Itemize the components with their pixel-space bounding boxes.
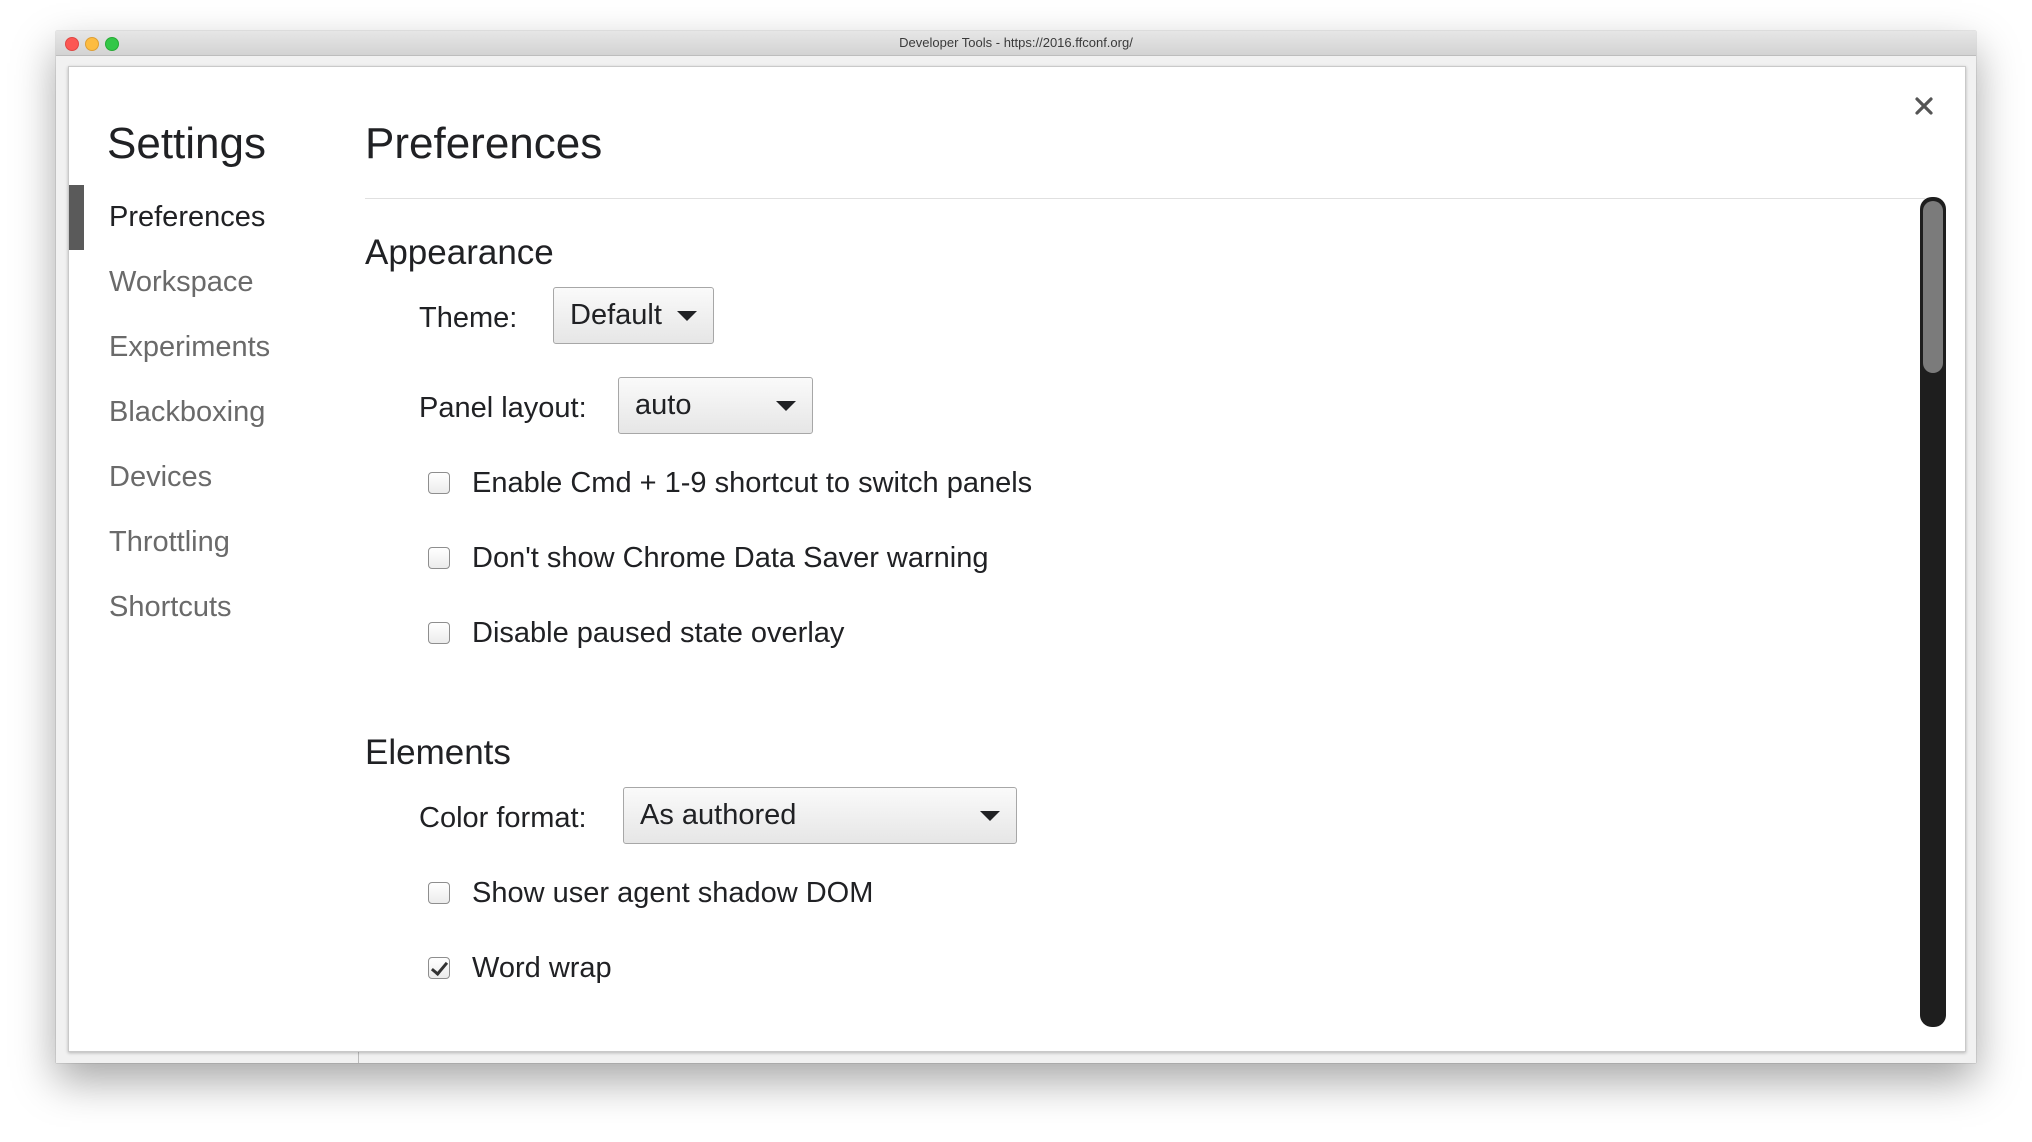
- checkbox-label: Disable paused state overlay: [472, 616, 845, 649]
- checkbox-row-shadow-dom[interactable]: Show user agent shadow DOM: [428, 876, 873, 910]
- section-title-appearance: Appearance: [365, 233, 554, 272]
- checkbox-label: Don't show Chrome Data Saver warning: [472, 541, 989, 574]
- settings-dialog: Settings Preferences Workspace Experimen…: [68, 66, 1966, 1052]
- sidebar-item-label: Shortcuts: [109, 591, 232, 623]
- color-format-label: Color format:: [419, 802, 587, 834]
- title-bar: Developer Tools - https://2016.ffconf.or…: [56, 31, 1976, 56]
- settings-scrollbar[interactable]: [1920, 197, 1946, 1027]
- devtools-window: Developer Tools - https://2016.ffconf.or…: [56, 31, 1976, 1063]
- window-title: Developer Tools - https://2016.ffconf.or…: [899, 35, 1133, 50]
- sidebar-item-throttling[interactable]: Throttling: [69, 510, 369, 575]
- checkbox-label: Word wrap: [472, 951, 612, 984]
- sidebar-item-label: Preferences: [109, 201, 266, 233]
- dropdown-arrow-icon: [677, 311, 697, 321]
- paused-overlay-checkbox[interactable]: [428, 622, 450, 644]
- settings-close-button[interactable]: [1907, 89, 1941, 123]
- dropdown-arrow-icon: [776, 401, 796, 411]
- sidebar-item-experiments[interactable]: Experiments: [69, 315, 369, 380]
- checkbox-row-data-saver[interactable]: Don't show Chrome Data Saver warning: [428, 541, 989, 575]
- sidebar-item-devices[interactable]: Devices: [69, 445, 369, 510]
- color-format-select-value: As authored: [640, 799, 797, 831]
- sidebar-item-workspace[interactable]: Workspace: [69, 250, 369, 315]
- sidebar-item-label: Blackboxing: [109, 396, 266, 428]
- checkbox-row-paused-overlay[interactable]: Disable paused state overlay: [428, 616, 844, 650]
- title-divider: [365, 198, 1925, 199]
- settings-title: Settings: [107, 119, 266, 168]
- panel-layout-label: Panel layout:: [419, 392, 587, 424]
- sidebar-item-label: Workspace: [109, 266, 254, 298]
- cmd-shortcut-checkbox[interactable]: [428, 472, 450, 494]
- checkbox-row-word-wrap[interactable]: Word wrap: [428, 951, 612, 985]
- theme-select[interactable]: Default: [553, 287, 714, 344]
- theme-select-value: Default: [570, 299, 662, 331]
- theme-label: Theme:: [419, 302, 518, 334]
- sidebar-item-label: Experiments: [109, 331, 271, 363]
- sidebar-item-label: Devices: [109, 461, 213, 493]
- backdrop-divider: [358, 1051, 359, 1063]
- settings-sidebar: Preferences Workspace Experiments Blackb…: [69, 185, 369, 640]
- sidebar-item-shortcuts[interactable]: Shortcuts: [69, 575, 369, 640]
- checkbox-label: Enable Cmd + 1-9 shortcut to switch pane…: [472, 466, 1033, 499]
- page-title: Preferences: [365, 119, 603, 168]
- sidebar-item-blackboxing[interactable]: Blackboxing: [69, 380, 369, 445]
- scrollbar-thumb[interactable]: [1923, 201, 1943, 373]
- data-saver-checkbox[interactable]: [428, 547, 450, 569]
- checkbox-row-cmd-shortcut[interactable]: Enable Cmd + 1-9 shortcut to switch pane…: [428, 466, 1032, 500]
- panel-layout-select-value: auto: [635, 389, 692, 421]
- shadow-dom-checkbox[interactable]: [428, 882, 450, 904]
- section-title-elements: Elements: [365, 733, 511, 772]
- word-wrap-checkbox[interactable]: [428, 957, 450, 979]
- sidebar-item-label: Throttling: [109, 526, 230, 558]
- close-icon: [1915, 97, 1933, 115]
- sidebar-item-preferences[interactable]: Preferences: [69, 185, 369, 250]
- color-format-select[interactable]: As authored: [623, 787, 1017, 844]
- checkbox-label: Show user agent shadow DOM: [472, 876, 874, 909]
- dropdown-arrow-icon: [980, 811, 1000, 821]
- panel-layout-select[interactable]: auto: [618, 377, 813, 434]
